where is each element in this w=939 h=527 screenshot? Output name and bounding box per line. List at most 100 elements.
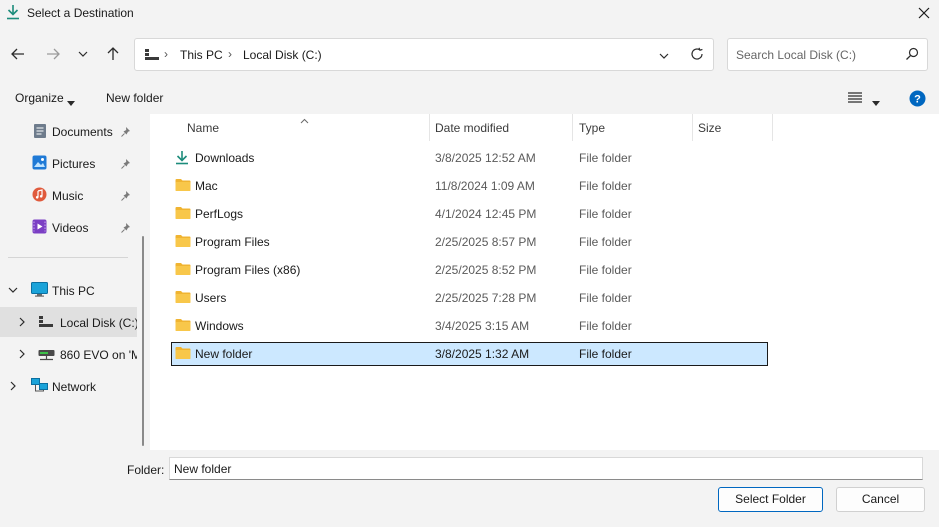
sidebar-item-documents[interactable]: Documents (0, 116, 137, 146)
column-divider[interactable] (772, 114, 773, 141)
sidebar-item-label: Network (52, 380, 97, 394)
breadcrumb-this-pc[interactable]: This PC (180, 48, 223, 62)
refresh-button[interactable] (690, 47, 704, 64)
chevron-down-icon (659, 53, 669, 59)
table-row[interactable]: Windows 3/4/2025 3:15 AM File folder (171, 314, 768, 338)
file-name: New folder (195, 347, 253, 361)
breadcrumb-local-disk[interactable]: Local Disk (C:) (243, 48, 322, 62)
caret-down-icon[interactable] (67, 95, 75, 109)
close-icon (918, 7, 930, 19)
search-box[interactable] (727, 38, 928, 71)
sidebar-item-label: Pictures (52, 157, 96, 171)
svg-text:?: ? (914, 94, 921, 106)
title-bar: Select a Destination (0, 0, 939, 26)
file-date: 4/1/2024 12:45 PM (435, 207, 537, 221)
folder-icon (175, 234, 191, 251)
address-bar[interactable]: › This PC › Local Disk (C:) (134, 38, 714, 71)
sidebar-item-music[interactable]: Music (0, 180, 137, 210)
column-header-type[interactable]: Type (571, 114, 691, 141)
folder-icon (175, 318, 191, 335)
drive-icon (144, 48, 160, 65)
sidebar-item-local-disk[interactable]: Local Disk (C:) (0, 307, 137, 337)
sidebar-item-videos[interactable]: Videos (0, 212, 137, 242)
search-icon[interactable] (905, 47, 919, 64)
file-type: File folder (579, 319, 632, 333)
close-button[interactable] (909, 0, 939, 26)
file-type: File folder (579, 151, 632, 165)
back-button[interactable] (8, 44, 28, 64)
pin-icon[interactable] (121, 222, 131, 236)
folder-icon (175, 262, 191, 279)
table-row[interactable]: Program Files 2/25/2025 8:57 PM File fol… (171, 230, 768, 254)
column-header-date-modified[interactable]: Date modified (427, 114, 571, 141)
sidebar-item-label: Local Disk (C:) (60, 316, 137, 330)
command-bar: Organize New folder ? (0, 82, 939, 114)
breadcrumb-separator: › (164, 47, 168, 61)
recent-locations-button[interactable] (73, 44, 93, 64)
chevron-right-icon[interactable] (17, 316, 27, 330)
monitor-icon (31, 282, 48, 300)
pictures-icon (32, 155, 47, 173)
folder-name-input[interactable] (169, 457, 923, 480)
file-date: 2/25/2025 7:28 PM (435, 291, 537, 305)
folder-icon (175, 206, 191, 223)
sidebar-item-this-pc[interactable]: This PC (0, 275, 137, 305)
file-date: 2/25/2025 8:57 PM (435, 235, 537, 249)
chevron-down-icon (78, 51, 88, 57)
arrow-left-icon (11, 48, 24, 60)
pin-icon[interactable] (121, 190, 131, 204)
file-list: Name Date modified Type Size Downloads 3… (153, 114, 939, 450)
file-type: File folder (579, 207, 632, 221)
chevron-down-icon[interactable] (8, 284, 18, 298)
file-date: 3/4/2025 3:15 AM (435, 319, 530, 333)
pin-icon[interactable] (121, 126, 131, 140)
sidebar-divider (8, 257, 128, 258)
navigation-pane: Documents Pictures Music Videos This PC … (0, 114, 150, 450)
sidebar-item-pictures[interactable]: Pictures (0, 148, 137, 178)
table-row[interactable]: Downloads 3/8/2025 12:52 AM File folder (171, 146, 768, 170)
file-type: File folder (579, 263, 632, 277)
forward-button[interactable] (43, 44, 63, 64)
new-folder-button[interactable]: New folder (106, 91, 163, 105)
pin-icon[interactable] (121, 158, 131, 172)
table-row[interactable]: Mac 11/8/2024 1:09 AM File folder (171, 174, 768, 198)
table-row-selected[interactable]: New folder 3/8/2025 1:32 AM File folder (171, 342, 768, 366)
file-date: 11/8/2024 1:09 AM (435, 179, 535, 193)
file-name: Program Files (x86) (195, 263, 301, 277)
list-view-icon[interactable] (848, 92, 862, 106)
table-row[interactable]: Program Files (x86) 2/25/2025 8:52 PM Fi… (171, 258, 768, 282)
table-row[interactable]: Users 2/25/2025 7:28 PM File folder (171, 286, 768, 310)
network-drive-icon (38, 349, 55, 364)
file-name: Mac (195, 179, 218, 193)
chevron-right-icon[interactable] (8, 380, 18, 394)
cancel-button[interactable]: Cancel (836, 487, 925, 512)
window-title: Select a Destination (27, 6, 134, 20)
sidebar-item-network[interactable]: Network (0, 371, 137, 401)
help-icon[interactable]: ? (909, 90, 926, 110)
arrow-right-icon (47, 48, 60, 60)
column-header-size[interactable]: Size (690, 114, 770, 141)
file-type: File folder (579, 235, 632, 249)
file-name: Program Files (195, 235, 270, 249)
file-name: PerfLogs (195, 207, 244, 221)
sidebar-scrollbar[interactable] (142, 236, 144, 446)
organize-button[interactable]: Organize (15, 91, 64, 105)
videos-icon (32, 219, 47, 237)
address-dropdown-button[interactable] (659, 48, 669, 62)
sidebar-item-860-evo[interactable]: 860 EVO on 'M (0, 339, 137, 369)
column-header-name[interactable]: Name (179, 114, 429, 141)
folder-icon (175, 290, 191, 307)
sidebar-item-label: Videos (52, 221, 89, 235)
table-row[interactable]: PerfLogs 4/1/2024 12:45 PM File folder (171, 202, 768, 226)
documents-icon (33, 123, 47, 142)
select-folder-button[interactable]: Select Folder (718, 487, 823, 512)
dialog-footer: Folder: Select Folder Cancel (0, 450, 939, 527)
up-button[interactable] (103, 44, 123, 64)
search-input[interactable] (736, 47, 896, 63)
chevron-right-icon[interactable] (17, 348, 27, 362)
caret-down-icon[interactable] (872, 95, 880, 109)
file-name: Windows (195, 319, 244, 333)
file-date: 3/8/2025 12:52 AM (435, 151, 536, 165)
file-type: File folder (579, 291, 632, 305)
breadcrumb-separator: › (228, 47, 232, 61)
